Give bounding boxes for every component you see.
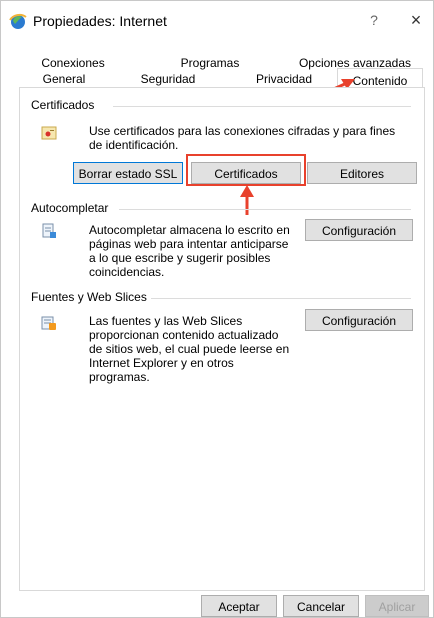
highlight-box-certificados <box>186 154 306 186</box>
window-title: Propiedades: Internet <box>33 13 167 29</box>
annotation-arrow-button <box>240 185 254 215</box>
title-bar: Propiedades: Internet ? × <box>1 1 433 41</box>
group-title-fuentes: Fuentes y Web Slices <box>31 290 153 304</box>
certificados-description: Use certificados para las conexiones cif… <box>89 124 396 152</box>
editores-button[interactable]: Editores <box>307 162 417 184</box>
group-title-autocompletar: Autocompletar <box>31 201 115 215</box>
autocompletar-configuracion-button[interactable]: Configuración <box>305 219 413 241</box>
help-button[interactable]: ? <box>364 12 384 28</box>
tab-row-bottom: General Seguridad Privacidad Contenido <box>19 68 423 89</box>
group-divider <box>113 106 411 107</box>
tab-programas[interactable]: Programas <box>135 55 285 71</box>
tab-general[interactable]: General <box>19 71 109 87</box>
aplicar-button[interactable]: Aplicar <box>365 595 429 617</box>
feeds-icon <box>41 316 56 330</box>
group-divider <box>151 298 411 299</box>
internet-options-icon <box>9 13 27 29</box>
autocompletar-description: Autocompletar almacena lo escrito en pág… <box>89 223 290 279</box>
certificate-icon <box>41 126 57 140</box>
borrar-estado-ssl-button[interactable]: Borrar estado SSL <box>73 162 183 184</box>
autocomplete-icon <box>42 223 56 238</box>
fuentes-configuracion-button[interactable]: Configuración <box>305 309 413 331</box>
tab-conexiones[interactable]: Conexiones <box>19 55 127 71</box>
group-title-certificados: Certificados <box>31 98 101 112</box>
tab-seguridad[interactable]: Seguridad <box>113 71 223 87</box>
cancelar-button[interactable]: Cancelar <box>283 595 359 617</box>
fuentes-description: Las fuentes y las Web Slices proporciona… <box>89 314 290 384</box>
properties-window: Propiedades: Internet ? × Conexiones Pro… <box>0 0 434 618</box>
aceptar-button[interactable]: Aceptar <box>201 595 277 617</box>
close-button[interactable]: × <box>406 10 426 30</box>
group-divider <box>119 209 411 210</box>
